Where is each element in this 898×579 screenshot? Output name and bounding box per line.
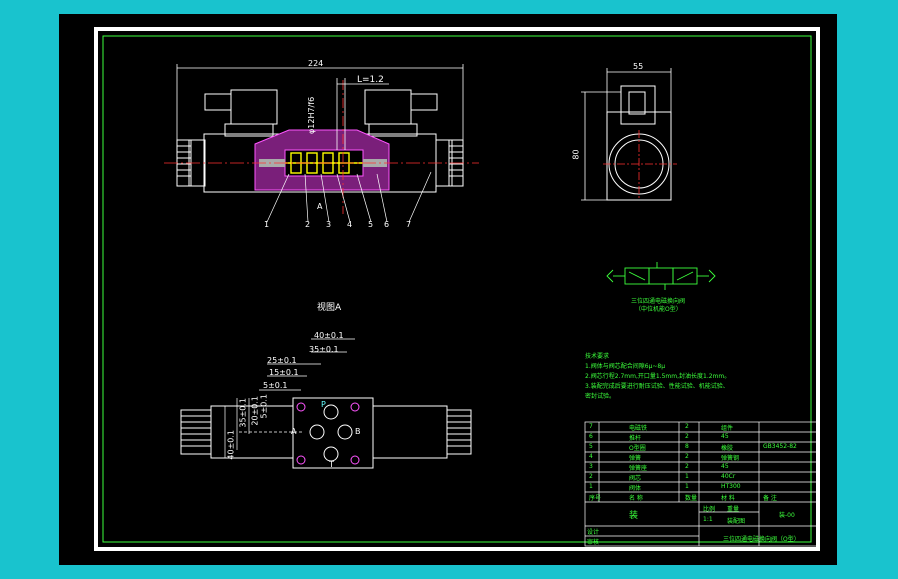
balloon-7: 7 [406, 220, 412, 229]
port-label-a: A [291, 427, 297, 436]
bom-row: 6 推杆 2 45 [589, 433, 729, 442]
bom-header: 序号名 称数量材 料备 注 [589, 495, 777, 502]
dim-width-text: 55 [633, 62, 644, 71]
notes-line-4: 密封试验。 [585, 393, 616, 400]
title-block-designer: 设计 [587, 529, 600, 536]
dim-height-text: 80 [571, 149, 581, 160]
bom-row: 4 弹簧 2 弹簧钢 [589, 453, 740, 462]
balloon-1: 1 [264, 220, 270, 229]
balloon-5: 5 [368, 220, 374, 229]
port-label-t: T [329, 460, 334, 469]
dim-5: 5±0.1 [263, 381, 288, 390]
bom-row: 5 O型圈 8 橡胶 GB3452-82 [589, 443, 797, 452]
dim-overall-length-text: 224 [308, 59, 324, 68]
bom-row: 7 电磁铁 2 组件 [589, 423, 734, 432]
bottom-view [180, 338, 472, 469]
left-coil [230, 89, 278, 125]
bottom-right-knob [446, 409, 472, 455]
dim-v35: 35±0.1 [238, 398, 248, 428]
dim-bore-text: φ12H7/f6 [307, 96, 316, 134]
port-t [323, 446, 339, 462]
title-block-scale: 1:1 [703, 516, 713, 523]
dim-25: 25±0.1 [267, 356, 297, 365]
balloon-4: 4 [347, 220, 353, 229]
dim-40: 40±0.1 [314, 331, 344, 340]
side-view [581, 68, 677, 201]
drawing-sheet: 224 L=1.2 φ12H7/f6 55 80 A 1 2 3 4 5 6 7… [59, 14, 837, 565]
notes-line-1: 1.阀体与阀芯配合间隙6μ~8μ [585, 363, 666, 370]
bom-row: 2 阀芯 1 40Cr [589, 473, 736, 482]
dim-stroke-text: L=1.2 [357, 75, 384, 85]
bottom-left-knob [180, 409, 212, 455]
port-label-p: P [321, 400, 326, 409]
dim-v20: 20±0.1 [250, 396, 260, 426]
port-b [337, 424, 353, 440]
symbol-caption-2: （中位机能O型） [635, 306, 682, 313]
balloon-2: 2 [305, 220, 311, 229]
dim-35: 35±0.1 [309, 345, 339, 354]
title-block-drawing: 装 [629, 511, 639, 521]
notes-line-2: 2.阀芯行程2.7mm,开口量1.5mm,封油长度1.2mm。 [585, 373, 731, 380]
dim-v5: 5±0.1 [259, 394, 269, 419]
dim-15: 15±0.1 [269, 368, 299, 377]
section-mark: A [317, 202, 323, 211]
notes-line-3: 3.装配完成后要进行耐压试验、性能试验、机能试验、 [585, 383, 729, 390]
view-label: 视图A [317, 303, 342, 313]
balloon-6: 6 [384, 220, 390, 229]
hydraulic-symbol [606, 262, 716, 290]
title-block-scale-label: 比例 [703, 506, 716, 513]
port-a [309, 424, 325, 440]
port-label-b: B [355, 427, 361, 436]
dim-v40: 40±0.1 [226, 430, 236, 460]
title-block-mass-label: 重量 [727, 506, 740, 513]
port-p [323, 404, 339, 420]
right-coil [364, 89, 412, 125]
notes-title: 技术要求 [585, 353, 610, 360]
bom-row: 3 弹簧座 2 45 [589, 463, 729, 472]
title-block-checker: 审核 [587, 539, 600, 546]
title-block-title: 三位四通电磁换向阀（O型） [723, 536, 800, 543]
bom-row: 1 阀体 1 HT300 [589, 483, 741, 492]
balloon-3: 3 [326, 220, 332, 229]
title-block-drawing-no: 装配图 [727, 518, 746, 525]
title-block-code: 装-00 [779, 512, 795, 519]
dim-overall-length [176, 64, 464, 140]
